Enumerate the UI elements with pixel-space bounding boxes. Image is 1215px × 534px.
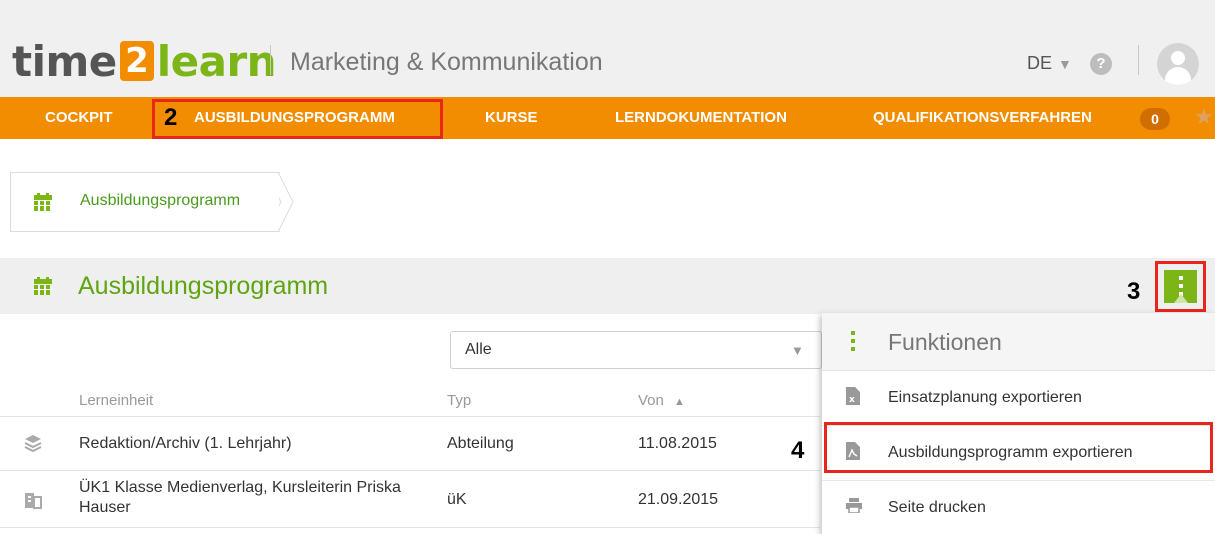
- star-icon[interactable]: ★: [1194, 104, 1214, 130]
- type-filter-select[interactable]: Alle ▼: [450, 331, 822, 369]
- notification-badge[interactable]: 0: [1140, 108, 1170, 130]
- logo-text-time: time: [12, 37, 117, 86]
- cell-von: 11.08.2015: [638, 435, 717, 452]
- cell-lerneinheit-line2: Hauser: [79, 499, 131, 516]
- language-label: DE: [1027, 53, 1053, 73]
- table-header: Lerneinheit Typ Von ▲: [0, 383, 820, 417]
- nav-item-cockpit[interactable]: COCKPIT: [45, 97, 113, 139]
- column-header-typ[interactable]: Typ: [447, 392, 471, 409]
- header-divider: [270, 45, 271, 75]
- menu-item-label: Seite drucken: [888, 499, 986, 516]
- menu-header: Funktionen: [822, 313, 1215, 371]
- menu-title: Funktionen: [888, 329, 1002, 355]
- highlight-box-step4: [824, 422, 1213, 473]
- nav-item-kurse[interactable]: KURSE: [485, 97, 538, 139]
- step-number-3: 3: [1127, 278, 1141, 305]
- caret-down-icon: ▼: [1058, 56, 1072, 72]
- table-row[interactable]: ÜK1 Klasse Medienverlag, Kursleiterin Pr…: [0, 472, 820, 528]
- cell-typ: üK: [447, 491, 467, 508]
- calendar-icon: [34, 193, 52, 211]
- logo-text-two: 2: [119, 41, 154, 81]
- cell-lerneinheit: Redaktion/Archiv (1. Lehrjahr): [79, 435, 292, 452]
- cell-lerneinheit-line1: ÜK1 Klasse Medienverlag, Kursleiterin Pr…: [79, 479, 401, 496]
- time2learn-logo[interactable]: time 2 learn: [12, 37, 277, 87]
- step-number-4: 4: [791, 437, 805, 464]
- printer-icon: [846, 498, 862, 513]
- question-circle-icon[interactable]: ?: [1090, 53, 1112, 75]
- svg-text:x: x: [849, 395, 855, 405]
- menu-item-label: Einsatzplanung exportieren: [888, 389, 1082, 406]
- step-number-2: 2: [164, 104, 178, 131]
- cell-von: 21.09.2015: [638, 491, 719, 508]
- highlight-box-step3: [1155, 261, 1206, 312]
- breadcrumb-arrow: [265, 172, 294, 232]
- language-selector[interactable]: DE ▼: [1027, 53, 1072, 74]
- menu-item-einsatzplanung-exportieren[interactable]: x Einsatzplanung exportieren: [822, 371, 1215, 426]
- calendar-icon: [34, 277, 52, 295]
- breadcrumb-item-ausbildungsprogramm[interactable]: Ausbildungsprogramm: [80, 189, 240, 213]
- table-row[interactable]: Redaktion/Archiv (1. Lehrjahr) Abteilung…: [0, 417, 820, 471]
- excel-file-icon: x: [846, 387, 860, 405]
- caret-down-icon: ▼: [791, 343, 804, 358]
- sort-ascending-icon: ▲: [674, 396, 685, 408]
- app-header: time 2 learn Marketing & Kommunikation DE ▼…: [0, 0, 1215, 97]
- vertical-dots-icon: [851, 331, 855, 353]
- logo-text-learn: learn: [156, 37, 277, 86]
- header-divider-right: [1138, 45, 1139, 75]
- organization-name: Marketing & Kommunikation: [290, 48, 603, 76]
- column-header-von[interactable]: Von ▲: [638, 392, 685, 409]
- column-header-lerneinheit[interactable]: Lerneinheit: [79, 392, 153, 409]
- highlight-box-step2: [152, 99, 443, 139]
- layers-icon: [24, 435, 42, 452]
- cell-lerneinheit: ÜK1 Klasse Medienverlag, Kursleiterin Pr…: [79, 478, 439, 518]
- menu-item-seite-drucken[interactable]: Seite drucken: [822, 481, 1215, 534]
- column-header-von-label: Von: [638, 392, 664, 409]
- filter-selected-value: Alle: [465, 341, 492, 358]
- user-avatar-icon[interactable]: [1157, 43, 1199, 85]
- section-header: Ausbildungsprogramm: [0, 258, 1215, 314]
- nav-item-qualifikationsverfahren[interactable]: QUALIFIKATIONSVERFAHREN: [873, 97, 1092, 139]
- cell-typ: Abteilung: [447, 435, 514, 452]
- page-title: Ausbildungsprogramm: [78, 272, 329, 300]
- building-icon: [25, 493, 42, 509]
- nav-item-lerndokumentation[interactable]: LERNDOKUMENTATION: [615, 97, 787, 139]
